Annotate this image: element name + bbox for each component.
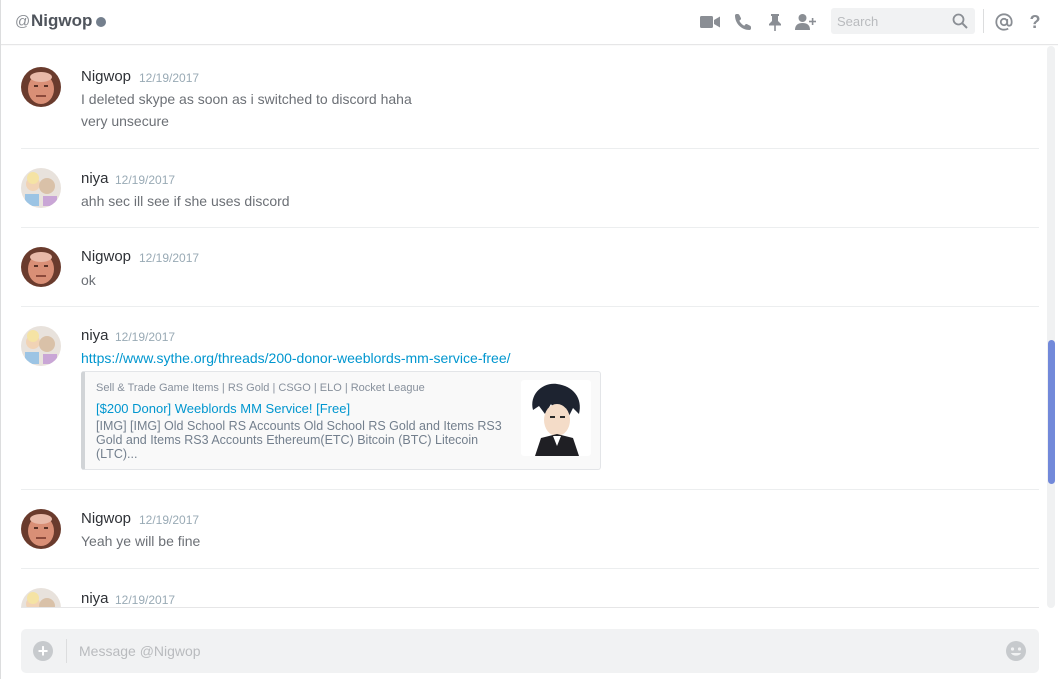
add-friend-icon[interactable] [795, 12, 817, 32]
message-text: I deleted skype as soon as i switched to… [81, 91, 412, 107]
message-group: niya 12/19/2017 https://www.sythe.org/th… [21, 307, 1039, 490]
message-timestamp: 12/19/2017 [139, 513, 200, 527]
message-author[interactable]: niya [81, 170, 109, 187]
message-text: ok [81, 272, 96, 288]
message-author[interactable]: Nigwop [81, 510, 131, 527]
embed-description: [IMG] [IMG] Old School RS Accounts Old S… [96, 419, 502, 461]
embed-thumbnail[interactable] [521, 380, 591, 456]
avatar[interactable] [21, 509, 61, 549]
messages-bottom-divider [21, 607, 1039, 608]
message-timestamp: 12/19/2017 [139, 251, 200, 265]
search-icon[interactable] [952, 13, 968, 34]
avatar[interactable] [21, 326, 61, 366]
dm-recipient-name[interactable]: Nigwop [31, 11, 92, 31]
status-indicator [96, 17, 106, 27]
message-text: ahh sec ill see if she uses discord [81, 193, 290, 209]
message-input[interactable] [79, 629, 979, 673]
voice-call-icon[interactable] [732, 12, 754, 32]
help-icon[interactable]: ? [1024, 12, 1046, 32]
message-author[interactable]: Nigwop [81, 248, 131, 265]
scrollbar-thumb[interactable] [1048, 340, 1055, 484]
message-group: Nigwop 12/19/2017 ok [21, 228, 1039, 307]
upload-button[interactable]: + [33, 641, 53, 661]
message-composer: + [21, 629, 1039, 673]
message-group: Nigwop 12/19/2017 Yeah ye will be fine [21, 490, 1039, 569]
message-group: niya 12/19/2017 [21, 569, 1039, 608]
embed-title[interactable]: [$200 Donor] Weeblords MM Service! [Free… [96, 401, 350, 416]
link-embed: Sell & Trade Game Items | RS Gold | CSGO… [81, 371, 601, 470]
avatar[interactable] [21, 588, 61, 608]
message-text: Yeah ye will be fine [81, 533, 201, 549]
mention-icon[interactable] [993, 12, 1015, 32]
message-timestamp: 12/19/2017 [115, 173, 176, 187]
channel-header: @ Nigwop ? [1, 0, 1058, 45]
message-text: very unsecure [81, 113, 169, 129]
message-timestamp: 12/19/2017 [139, 71, 200, 85]
message-group: Nigwop 12/19/2017 I deleted skype as soo… [21, 46, 1039, 149]
message-author[interactable]: niya [81, 327, 109, 344]
message-timestamp: 12/19/2017 [115, 330, 176, 344]
avatar[interactable] [21, 168, 61, 208]
search-input[interactable] [831, 8, 951, 34]
header-divider [983, 9, 984, 33]
video-call-icon[interactable] [699, 12, 721, 32]
message-list[interactable]: Nigwop 12/19/2017 I deleted skype as soo… [1, 46, 1047, 608]
search-box[interactable] [831, 8, 975, 34]
message-timestamp: 12/19/2017 [115, 593, 176, 607]
composer-divider [66, 639, 67, 663]
message-group: niya 12/19/2017 ahh sec ill see if she u… [21, 149, 1039, 228]
embed-provider[interactable]: Sell & Trade Game Items | RS Gold | CSGO… [96, 382, 425, 394]
at-symbol: @ [15, 13, 31, 30]
pin-icon[interactable] [764, 12, 786, 32]
message-author[interactable]: Nigwop [81, 68, 131, 85]
scrollbar-track[interactable] [1047, 46, 1055, 608]
avatar[interactable] [21, 67, 61, 107]
emoji-icon[interactable] [1005, 640, 1027, 662]
avatar[interactable] [21, 247, 61, 287]
plus-icon: + [37, 641, 49, 661]
message-link[interactable]: https://www.sythe.org/threads/200-donor-… [81, 350, 511, 366]
message-author[interactable]: niya [81, 590, 109, 607]
